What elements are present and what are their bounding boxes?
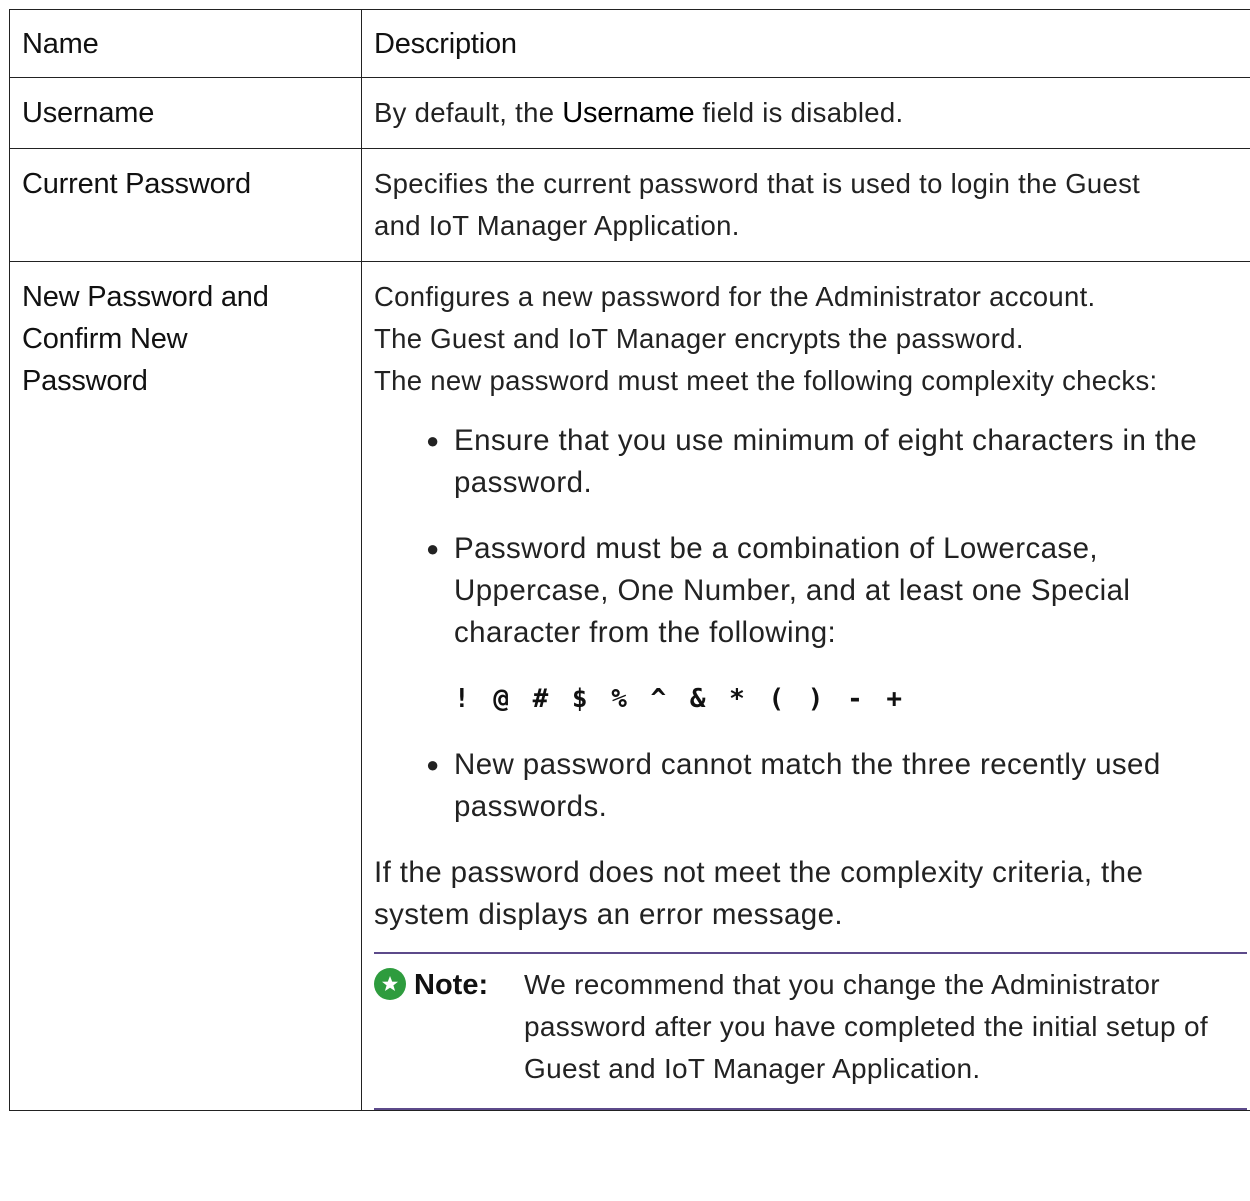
bullet-icon: ● — [426, 536, 440, 561]
list-item: ● Password must be a combination of Lower… — [426, 528, 1247, 654]
note-header: Note: — [374, 964, 524, 1090]
row-description: Configures a new password for the Admini… — [362, 262, 1250, 1110]
complexity-checks-list-continued: ● New password cannot match the three rec… — [374, 744, 1247, 828]
intro-line: The new password must meet the following… — [374, 365, 1158, 396]
intro-line: Configures a new password for the Admini… — [374, 281, 1096, 312]
check-text: Ensure that you use minimum of eight cha… — [454, 424, 1198, 499]
row-name: Current Password — [22, 168, 251, 200]
complexity-checks-list: ● Ensure that you use minimum of eight ch… — [374, 420, 1247, 654]
name-cell: New Password and Confirm New Password — [9, 261, 362, 1111]
table-row-new-password: New Password and Confirm New Password Co… — [9, 261, 1250, 1111]
special-characters: ! @ # $ % ^ & * ( ) - + — [454, 684, 904, 714]
description-cell: Specifies the current password that is u… — [361, 148, 1250, 262]
row-name: Username — [22, 97, 155, 129]
row-name: New Password and Confirm New Password — [22, 281, 269, 397]
bullet-icon: ● — [426, 752, 440, 777]
parameters-table: Name Description Username By default, th… — [9, 9, 1250, 1111]
header-description-label: Description — [374, 28, 517, 60]
header-name-label: Name — [22, 28, 99, 60]
note-star-icon — [374, 968, 406, 1000]
bullet-icon: ● — [426, 428, 440, 453]
row-description: By default, the Username field is disabl… — [362, 78, 1250, 148]
intro-line: The Guest and IoT Manager encrypts the p… — [374, 323, 1024, 354]
header-cell-description: Description — [361, 9, 1250, 78]
desc-field-name: Username — [562, 97, 695, 129]
check-text: New password cannot match the three rece… — [454, 748, 1161, 823]
row-description: Specifies the current password that is u… — [374, 168, 1141, 241]
list-item: ● New password cannot match the three rec… — [426, 744, 1247, 828]
table-row-username: Username By default, the Username field … — [9, 77, 1250, 149]
check-text: Password must be a combination of Lowerc… — [454, 532, 1131, 649]
note-label: Note: — [414, 969, 489, 1001]
description-cell: By default, the Username field is disabl… — [361, 77, 1250, 149]
desc-text-before: By default, the — [374, 97, 563, 128]
name-cell: Current Password — [9, 148, 362, 262]
header-cell-name: Name — [9, 9, 362, 78]
note-text: We recommend that you change the Adminis… — [524, 969, 1208, 1084]
desc-text-after: field is disabled. — [694, 97, 904, 128]
note-callout: Note: We recommend that you change the A… — [374, 952, 1247, 1110]
table-header-row: Name Description — [9, 9, 1250, 78]
list-item: ● Ensure that you use minimum of eight ch… — [426, 420, 1247, 504]
name-cell: Username — [9, 77, 362, 149]
description-cell: Configures a new password for the Admini… — [361, 261, 1250, 1111]
table-row-current-password: Current Password Specifies the current p… — [9, 148, 1250, 262]
criteria-text: If the password does not meet the comple… — [374, 856, 1144, 931]
